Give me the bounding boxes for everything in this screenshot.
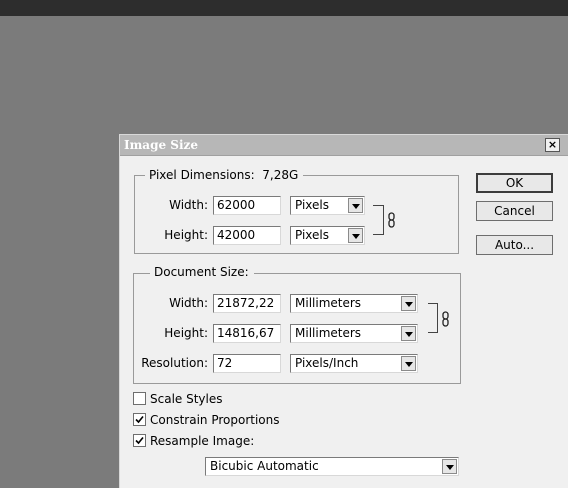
resolution-input[interactable]: 72 bbox=[213, 354, 281, 373]
chain-link-icon bbox=[388, 212, 395, 228]
chevron-down-icon[interactable] bbox=[401, 296, 416, 311]
constrain-proportions-checkbox[interactable] bbox=[133, 413, 146, 426]
close-icon: × bbox=[547, 138, 558, 151]
pixel-width-label: Width: bbox=[169, 198, 208, 212]
checkmark-icon bbox=[135, 436, 144, 445]
pixel-width-unit-value: Pixels bbox=[295, 198, 330, 212]
resolution-unit-select[interactable]: Pixels/Inch bbox=[290, 354, 418, 373]
resolution-unit-value: Pixels/Inch bbox=[295, 356, 359, 370]
doc-link-bracket bbox=[428, 303, 438, 333]
pixel-height-unit-select[interactable]: Pixels bbox=[290, 226, 365, 245]
doc-width-input[interactable]: 21872,22 bbox=[213, 294, 281, 313]
pixel-link-bracket bbox=[373, 205, 384, 235]
doc-width-unit-value: Millimeters bbox=[295, 296, 362, 310]
ok-button[interactable]: OK bbox=[476, 173, 553, 193]
dialog-title: Image Size bbox=[124, 138, 198, 152]
resample-image-checkbox[interactable] bbox=[133, 434, 146, 447]
app-top-bar bbox=[0, 0, 568, 16]
chevron-down-icon[interactable] bbox=[442, 459, 457, 474]
doc-height-label: Height: bbox=[164, 326, 208, 340]
close-button[interactable]: × bbox=[545, 138, 560, 152]
document-size-label: Document Size: bbox=[150, 265, 254, 279]
resample-image-label: Resample Image: bbox=[150, 434, 255, 448]
resample-method-select[interactable]: Bicubic Automatic bbox=[205, 457, 459, 476]
resolution-label: Resolution: bbox=[141, 356, 208, 370]
auto-button[interactable]: Auto... bbox=[476, 235, 553, 255]
resample-image-checkbox-row[interactable]: Resample Image: bbox=[133, 434, 333, 448]
image-size-dialog: Image Size × Pixel Dimensions: 7,28G Wid… bbox=[119, 134, 568, 488]
chevron-down-icon[interactable] bbox=[401, 326, 416, 341]
resample-method-value: Bicubic Automatic bbox=[210, 459, 319, 473]
scale-styles-checkbox[interactable] bbox=[133, 392, 146, 405]
scale-styles-checkbox-row[interactable]: Scale Styles bbox=[133, 392, 333, 406]
doc-height-input[interactable]: 14816,67 bbox=[213, 324, 281, 343]
pixel-height-unit-value: Pixels bbox=[295, 228, 330, 242]
chevron-down-icon[interactable] bbox=[348, 198, 363, 213]
doc-height-unit-value: Millimeters bbox=[295, 326, 362, 340]
doc-width-label: Width: bbox=[169, 296, 208, 310]
dialog-title-bar[interactable]: Image Size × bbox=[120, 135, 568, 156]
chevron-down-icon[interactable] bbox=[401, 356, 416, 371]
doc-width-unit-select[interactable]: Millimeters bbox=[290, 294, 418, 313]
constrain-proportions-checkbox-row[interactable]: Constrain Proportions bbox=[133, 413, 333, 427]
doc-height-unit-select[interactable]: Millimeters bbox=[290, 324, 418, 343]
pixel-height-input[interactable]: 42000 bbox=[213, 226, 281, 245]
pixel-height-label: Height: bbox=[164, 228, 208, 242]
checkmark-icon bbox=[135, 415, 144, 424]
pixel-width-input[interactable]: 62000 bbox=[213, 196, 281, 215]
cancel-button[interactable]: Cancel bbox=[476, 201, 553, 221]
scale-styles-label: Scale Styles bbox=[150, 392, 223, 406]
pixel-width-unit-select[interactable]: Pixels bbox=[290, 196, 365, 215]
pixel-dimensions-size: 7,28G bbox=[262, 168, 299, 182]
chevron-down-icon[interactable] bbox=[348, 228, 363, 243]
chain-link-icon bbox=[442, 311, 449, 327]
pixel-dimensions-label: Pixel Dimensions: 7,28G bbox=[145, 168, 304, 182]
constrain-proportions-label: Constrain Proportions bbox=[150, 413, 280, 427]
